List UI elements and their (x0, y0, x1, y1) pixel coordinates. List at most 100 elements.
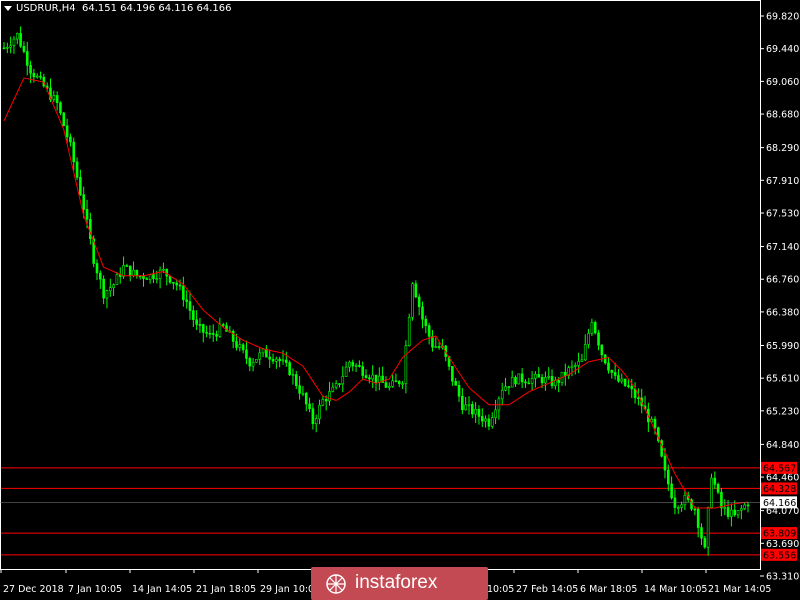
level-label-0: 64.567 (763, 463, 796, 474)
candle-body (112, 284, 115, 289)
candle-body (620, 378, 624, 382)
x-tick-label-9: 14 Mar 10:05 (644, 584, 707, 595)
candle-body (610, 369, 614, 373)
ohlc-values: 64.151 64.196 64.116 64.166 (82, 3, 232, 14)
candle-body (2, 47, 6, 50)
candle-body (12, 38, 16, 47)
candle-body (600, 344, 604, 356)
candle-body (152, 274, 155, 280)
candle-body (720, 491, 723, 509)
candle-body (95, 263, 99, 274)
candle-body (590, 322, 594, 334)
candle-body (358, 365, 361, 367)
candle-body (261, 348, 265, 354)
candle-body (128, 265, 132, 277)
candle-body (716, 483, 720, 493)
candle-body (583, 344, 587, 361)
candle-body (238, 344, 242, 348)
candle-body (683, 494, 687, 506)
candle-body (617, 375, 620, 382)
y-tick-label-3: 68.680 (766, 110, 799, 121)
candle-body (59, 102, 62, 114)
candle-body (394, 380, 398, 383)
y-tick-label-13: 64.840 (766, 440, 799, 451)
symbol-timeframe: USDRUR,H4 (16, 3, 76, 14)
candle-body (338, 383, 341, 385)
candle-body (245, 349, 248, 359)
candle-body (215, 334, 218, 337)
candle-body (102, 278, 105, 299)
candle-body (29, 65, 32, 74)
candle-body (710, 477, 713, 508)
x-tick-label-0: 27 Dec 2018 (3, 584, 64, 595)
candle-body (221, 324, 225, 326)
candle-body (467, 404, 471, 406)
candle-body (22, 45, 26, 52)
candle-body (706, 507, 710, 548)
candle-body (557, 379, 560, 383)
candle-body (580, 359, 584, 362)
candle-body (314, 418, 318, 425)
candle-body (547, 376, 551, 378)
candle-body (354, 365, 358, 367)
candle-body (195, 319, 198, 325)
candle-body (205, 332, 208, 334)
candle-body (32, 72, 36, 78)
candle-body (434, 346, 438, 348)
candle-body (185, 299, 188, 302)
candle-body (251, 361, 255, 367)
candle-body (597, 332, 600, 346)
y-tick-label-1: 69.440 (766, 44, 799, 55)
candle-body (82, 194, 86, 210)
candle-body (374, 374, 378, 383)
candle-body (544, 377, 547, 384)
level-label-2: 63.809 (763, 529, 796, 540)
candle-body (607, 362, 610, 371)
candle-body (564, 371, 567, 376)
candle-body (178, 284, 182, 287)
candle-body (258, 352, 262, 360)
candle-body (148, 274, 152, 280)
candle-body (484, 418, 487, 422)
candle-body (188, 301, 192, 311)
candle-body (587, 333, 590, 345)
candle-body (271, 358, 275, 362)
y-tick-label-2: 69.060 (766, 77, 799, 88)
candle-body (85, 209, 89, 220)
candle-body (172, 281, 175, 284)
level-label-1: 64.328 (763, 484, 796, 495)
dropdown-triangle-icon[interactable] (4, 5, 12, 11)
current-price-label: 64.166 (0, 496, 797, 509)
candle-body (524, 381, 527, 384)
x-tick-label-7: 27 Feb 14:05 (516, 584, 578, 595)
candle-body (155, 278, 159, 281)
candle-body (125, 265, 129, 267)
y-tick-label-4: 68.290 (766, 143, 799, 154)
candle-body (494, 409, 497, 418)
candle-body (318, 404, 321, 420)
candle-body (480, 416, 484, 422)
y-tick-label-7: 67.140 (766, 242, 799, 253)
candle-body (746, 504, 750, 507)
candle-body (504, 386, 507, 391)
candle-body (361, 366, 365, 376)
candle-body (331, 386, 335, 392)
watermark-banner: instaforex (311, 567, 488, 600)
candle-body (424, 318, 428, 326)
candle-body (464, 404, 467, 411)
candle-body (62, 112, 66, 127)
candle-body (627, 385, 630, 387)
candle-body (99, 272, 102, 280)
y-tick-label-5: 67.910 (766, 176, 799, 187)
y-tick-label-8: 66.760 (766, 275, 799, 286)
candle-body (407, 316, 411, 346)
candle-body (298, 385, 301, 394)
level-label-3: 63.556 (763, 550, 796, 561)
candle-body (281, 359, 285, 362)
current-price-text: 64.166 (763, 498, 796, 509)
candle-body (726, 507, 730, 517)
candle-body (344, 366, 348, 377)
candle-body (248, 358, 252, 367)
candle-body (570, 365, 574, 369)
candle-body (713, 477, 717, 485)
